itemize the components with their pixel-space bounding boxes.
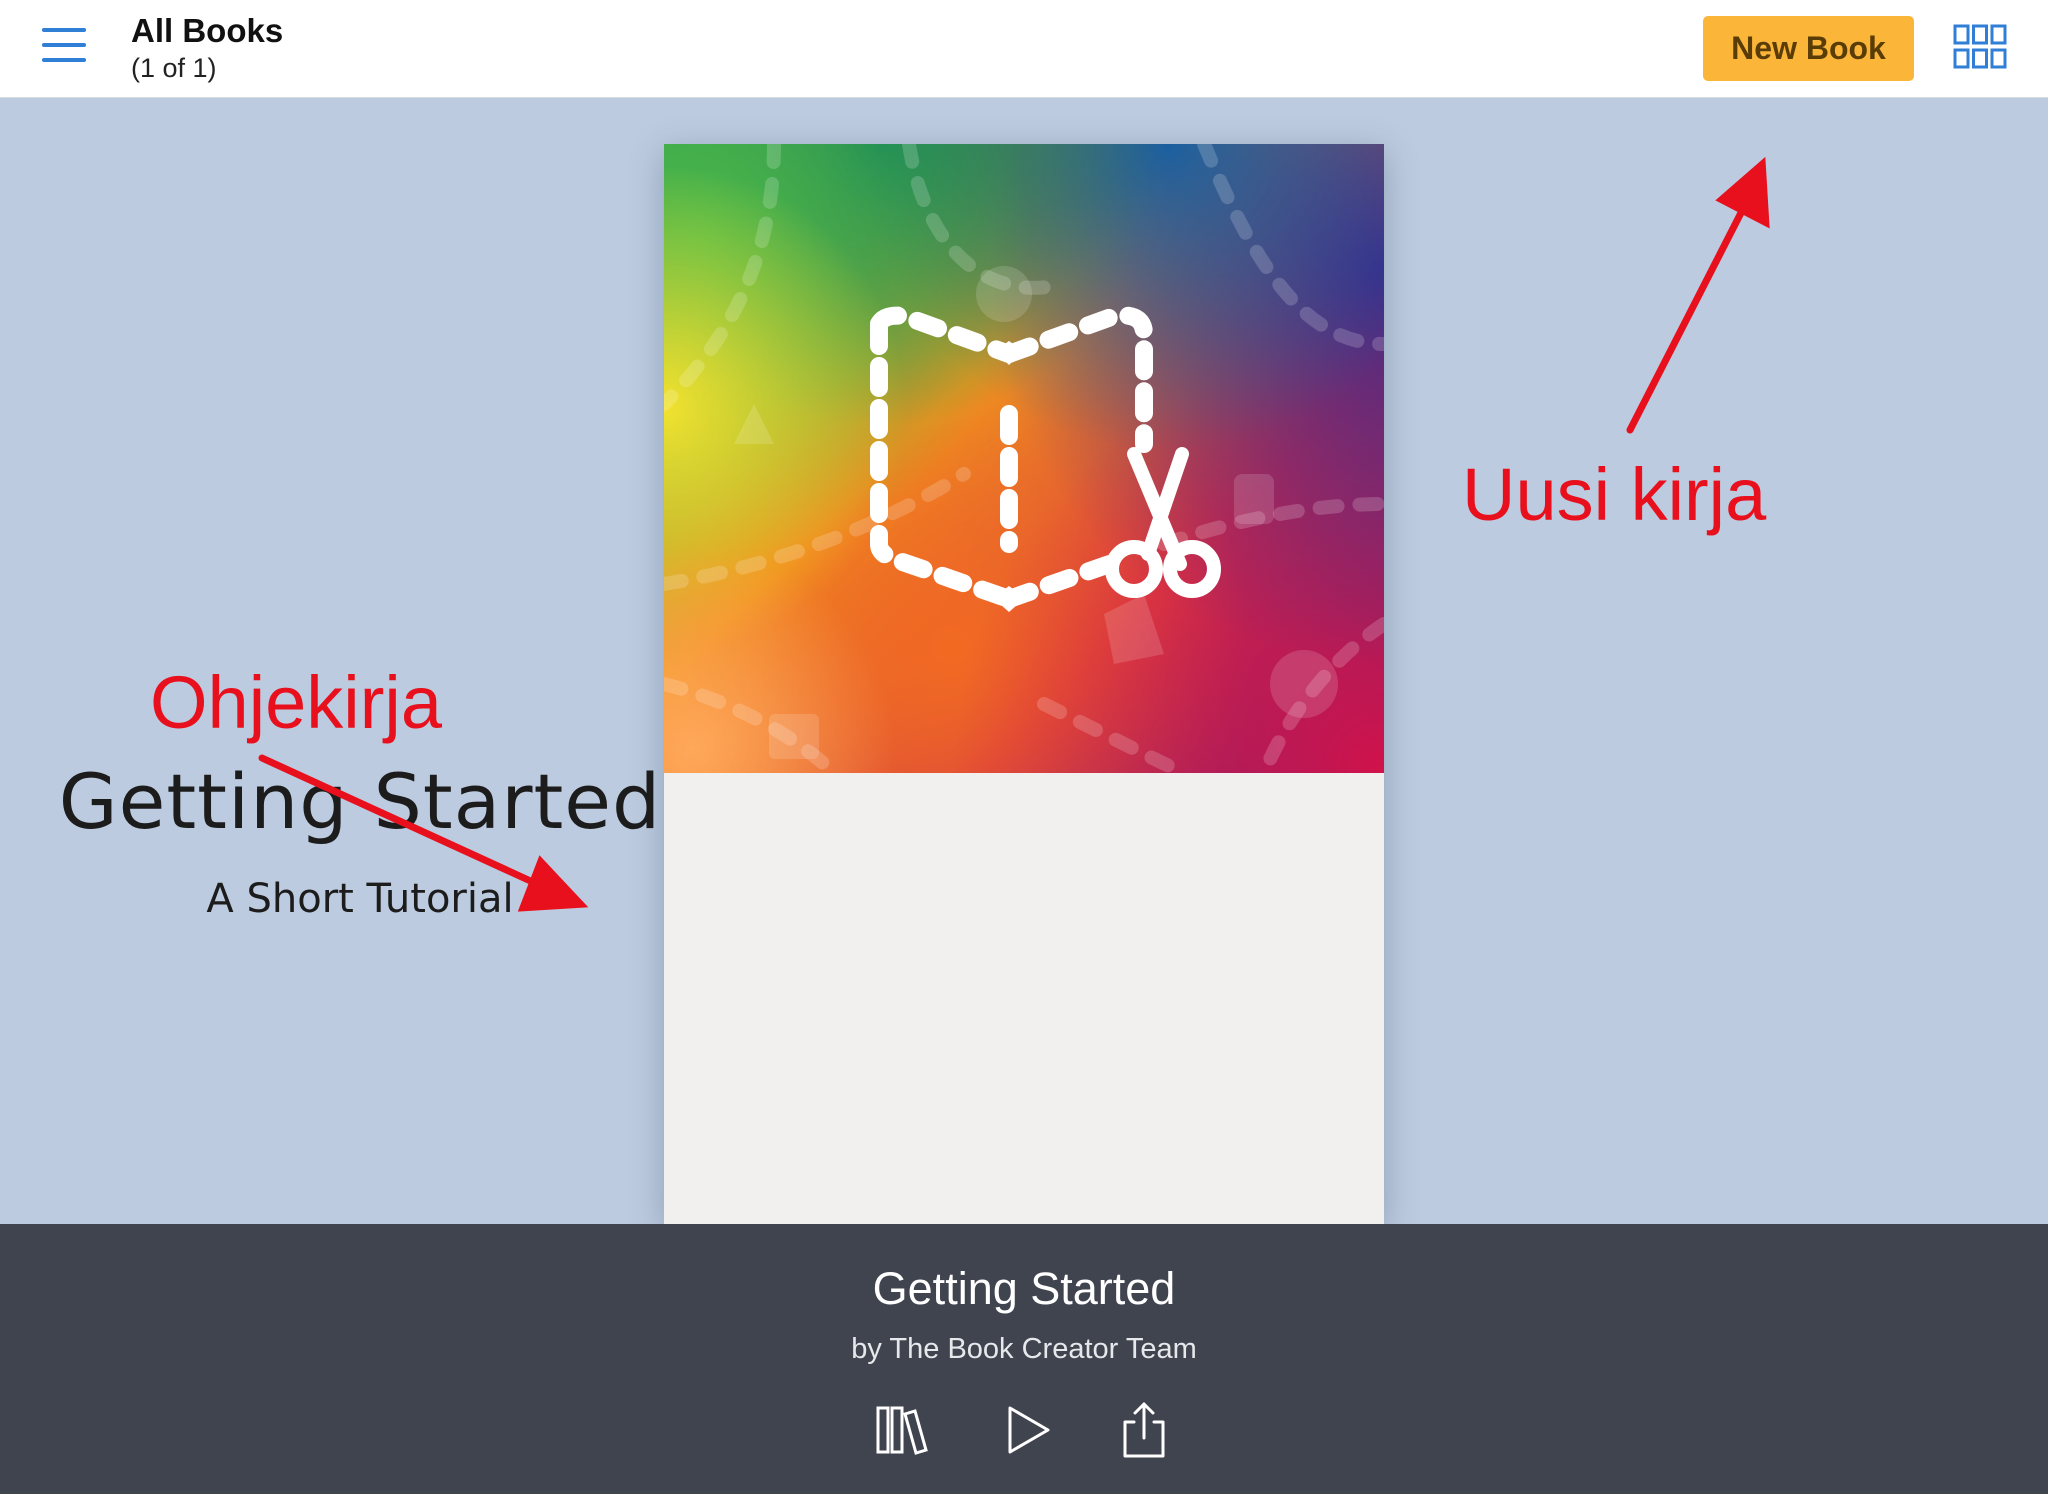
screen: All Books (1 of 1) New Book Getting Star… xyxy=(0,0,2048,1494)
top-bar: All Books (1 of 1) New Book xyxy=(0,0,2048,98)
share-icon[interactable] xyxy=(1114,1400,1174,1460)
book-count: (1 of 1) xyxy=(131,53,217,83)
cover-title: Getting Started xyxy=(58,757,662,846)
cover-paper xyxy=(664,773,1384,1224)
book-info-author: by The Book Creator Team xyxy=(851,1333,1197,1365)
annotation-new-book: Uusi kirja xyxy=(1462,453,1767,536)
scissors-icon xyxy=(1105,447,1221,598)
cover-artwork xyxy=(664,144,1384,773)
grid-view-icon[interactable] xyxy=(1953,23,2007,71)
book-getting-started[interactable] xyxy=(664,144,1384,1224)
cover-subtitle: A Short Tutorial xyxy=(206,876,514,922)
play-icon[interactable] xyxy=(998,1400,1058,1460)
shelf-title: All Books xyxy=(131,12,284,49)
book-info-title: Getting Started xyxy=(872,1263,1176,1314)
hamburger-menu-icon[interactable] xyxy=(38,28,90,68)
annotation-guidebook: Ohjekirja xyxy=(150,661,442,744)
new-book-button[interactable]: New Book xyxy=(1703,16,1914,81)
library-icon[interactable] xyxy=(872,1400,932,1460)
